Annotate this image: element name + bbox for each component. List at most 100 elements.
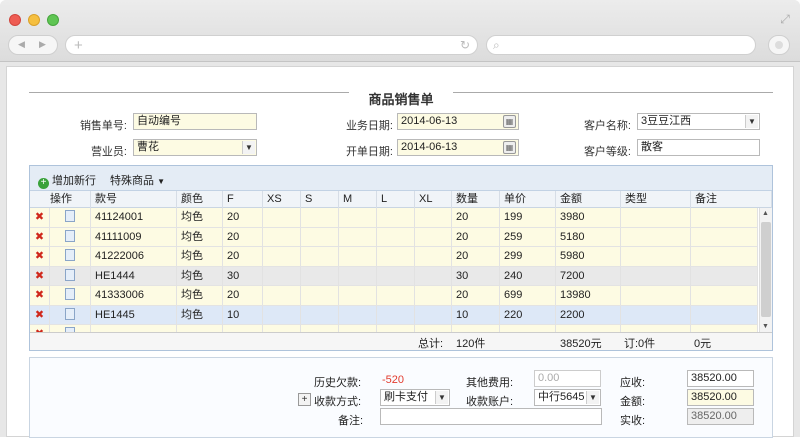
table-row[interactable]: ✖ xyxy=(30,325,758,332)
table-cell[interactable] xyxy=(301,208,339,227)
pay-method-select[interactable]: 刷卡支付 ▼ xyxy=(380,389,450,406)
table-cell[interactable] xyxy=(621,208,691,227)
delete-icon[interactable]: ✖ xyxy=(30,286,50,305)
cell-f[interactable]: 20 xyxy=(223,247,263,266)
table-cell[interactable] xyxy=(691,208,758,227)
copy-icon[interactable] xyxy=(50,227,91,247)
cell-qty[interactable]: 20 xyxy=(452,227,500,247)
scroll-thumb[interactable] xyxy=(761,222,771,317)
table-row[interactable]: ✖ 41111009 均色 20 20 259 5180 xyxy=(30,227,758,247)
cell-qty[interactable]: 20 xyxy=(452,286,500,305)
cell-price[interactable]: 199 xyxy=(500,208,556,227)
cell-qty[interactable]: 10 xyxy=(452,305,500,325)
cell-amount[interactable]: 3980 xyxy=(556,208,621,227)
customer-select[interactable]: 3豆豆江西 ▼ xyxy=(637,113,760,130)
cell-qty[interactable]: 30 xyxy=(452,266,500,286)
delete-icon[interactable]: ✖ xyxy=(30,266,50,286)
table-cell[interactable] xyxy=(691,305,758,325)
cell-amount[interactable]: 5180 xyxy=(556,227,621,247)
cell-price[interactable]: 220 xyxy=(500,305,556,325)
table-cell[interactable] xyxy=(415,247,452,266)
cell-color[interactable]: 均色 xyxy=(177,286,223,305)
add-payment-button[interactable]: + xyxy=(298,393,311,406)
table-cell[interactable] xyxy=(621,305,691,325)
add-row-button[interactable]: + 增加新行 xyxy=(38,172,96,189)
table-cell[interactable] xyxy=(301,266,339,286)
table-cell[interactable] xyxy=(621,325,691,332)
special-goods-menu[interactable]: 特殊商品 ▼ xyxy=(110,172,165,188)
table-cell[interactable] xyxy=(415,325,452,332)
cell-qty[interactable]: 20 xyxy=(452,208,500,227)
table-cell[interactable] xyxy=(301,286,339,305)
calendar-icon[interactable]: ▦ xyxy=(503,115,516,128)
cell-f[interactable]: 30 xyxy=(223,266,263,286)
search-input[interactable]: ⌕ xyxy=(486,35,756,55)
scroll-up-icon[interactable]: ▲ xyxy=(762,210,769,217)
reload-icon[interactable]: ↻ xyxy=(460,38,470,52)
table-cell[interactable] xyxy=(339,227,377,247)
close-window-button[interactable] xyxy=(9,14,21,26)
table-cell[interactable] xyxy=(621,227,691,247)
table-row[interactable]: ✖ HE1444 均色 30 30 240 7200 xyxy=(30,266,758,286)
table-cell[interactable] xyxy=(301,247,339,266)
table-row[interactable]: ✖ 41222006 均色 20 20 299 5980 xyxy=(30,247,758,267)
table-cell[interactable] xyxy=(91,325,177,332)
biz-date-field[interactable]: 2014-06-13 ▦ xyxy=(397,113,519,130)
table-cell[interactable] xyxy=(377,208,415,227)
amount-field[interactable]: 38520.00 xyxy=(687,389,754,406)
fullscreen-icon[interactable]: ⤢ xyxy=(778,12,792,26)
table-cell[interactable] xyxy=(301,305,339,325)
table-cell[interactable] xyxy=(263,325,301,332)
copy-icon[interactable] xyxy=(50,247,91,266)
cell-qty[interactable]: 20 xyxy=(452,247,500,266)
table-cell[interactable] xyxy=(621,266,691,286)
forward-icon[interactable]: ▶ xyxy=(39,39,46,50)
new-tab-icon[interactable]: + xyxy=(74,37,83,54)
open-date-field[interactable]: 2014-06-13 ▦ xyxy=(397,139,519,156)
cell-f[interactable]: 10 xyxy=(223,305,263,325)
copy-icon[interactable] xyxy=(50,325,91,332)
cell-amount[interactable]: 13980 xyxy=(556,286,621,305)
delete-icon[interactable]: ✖ xyxy=(30,325,50,332)
table-cell[interactable] xyxy=(263,305,301,325)
chevron-down-icon[interactable]: ▼ xyxy=(586,391,599,404)
table-cell[interactable] xyxy=(556,325,621,332)
table-cell[interactable] xyxy=(691,227,758,247)
table-cell[interactable] xyxy=(263,227,301,247)
delete-icon[interactable]: ✖ xyxy=(30,227,50,247)
table-cell[interactable] xyxy=(263,266,301,286)
table-cell[interactable] xyxy=(415,286,452,305)
minimize-window-button[interactable] xyxy=(28,14,40,26)
table-cell[interactable] xyxy=(377,227,415,247)
delete-icon[interactable]: ✖ xyxy=(30,305,50,325)
cell-amount[interactable]: 2200 xyxy=(556,305,621,325)
menu-button[interactable] xyxy=(768,35,790,55)
delete-icon[interactable]: ✖ xyxy=(30,247,50,266)
table-cell[interactable] xyxy=(339,305,377,325)
table-cell[interactable] xyxy=(500,325,556,332)
cell-color[interactable]: 均色 xyxy=(177,266,223,286)
table-row[interactable]: ✖ 41333006 均色 20 20 699 13980 xyxy=(30,286,758,306)
order-no-field[interactable]: 自动编号 xyxy=(133,113,257,130)
chevron-down-icon[interactable]: ▼ xyxy=(435,391,448,404)
back-icon[interactable]: ◀ xyxy=(18,39,25,50)
table-cell[interactable] xyxy=(691,286,758,305)
table-cell[interactable] xyxy=(415,266,452,286)
chevron-down-icon[interactable]: ▼ xyxy=(745,115,758,128)
table-cell[interactable] xyxy=(339,266,377,286)
table-cell[interactable] xyxy=(621,247,691,266)
table-cell[interactable] xyxy=(415,227,452,247)
cell-amount[interactable]: 7200 xyxy=(556,266,621,286)
table-cell[interactable] xyxy=(621,286,691,305)
table-cell[interactable] xyxy=(263,208,301,227)
cell-f[interactable]: 20 xyxy=(223,227,263,247)
clerk-select[interactable]: 曹花 ▼ xyxy=(133,139,257,156)
table-cell[interactable] xyxy=(301,227,339,247)
remark-field[interactable] xyxy=(380,408,602,425)
zoom-window-button[interactable] xyxy=(47,14,59,26)
cell-price[interactable]: 299 xyxy=(500,247,556,266)
table-cell[interactable] xyxy=(377,325,415,332)
cell-code[interactable]: 41333006 xyxy=(91,286,177,305)
table-cell[interactable] xyxy=(339,286,377,305)
other-fee-field[interactable]: 0.00 xyxy=(534,370,601,387)
